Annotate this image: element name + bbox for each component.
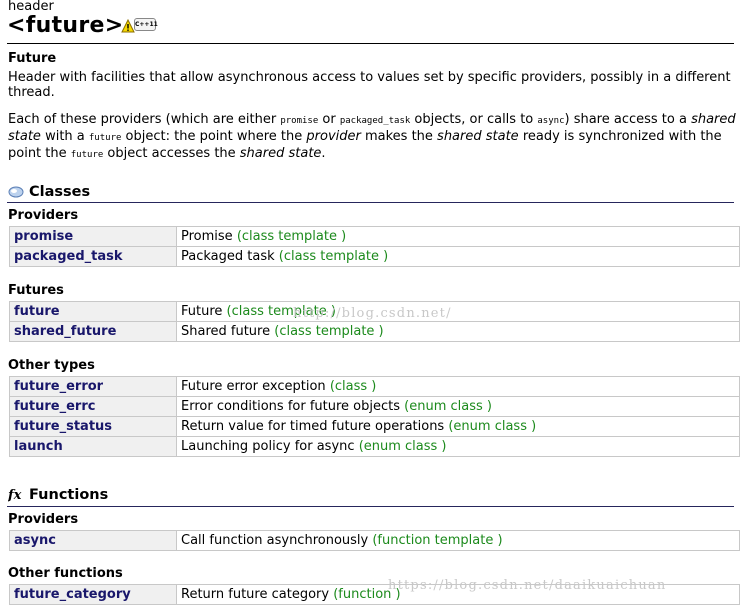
kind: (class ): [329, 379, 377, 394]
classes-icon: [8, 186, 24, 198]
section-functions-divider: [7, 506, 734, 507]
watermark: https://blog.csdn.net/daaikuaichuan: [388, 578, 667, 593]
table-row: promise Promise (class template ): [9, 226, 740, 247]
link-future-category[interactable]: future_category: [14, 587, 131, 602]
link-future-status[interactable]: future_status: [14, 419, 112, 434]
fx-icon: fx: [8, 488, 22, 502]
desc: Call function asynchronously: [181, 533, 369, 548]
desc: Promise: [181, 229, 233, 244]
desc: Future: [181, 304, 223, 319]
code-async: async: [537, 116, 565, 126]
table-row: future_status Return value for timed fut…: [9, 416, 740, 437]
cpp11-badge: C++11: [134, 18, 158, 31]
intro-paragraph-1: Header with facilities that allow asynch…: [8, 70, 731, 100]
code-future: future: [88, 133, 122, 143]
table-row: future_error Future error exception (cla…: [9, 376, 740, 397]
section-classes-divider: [7, 202, 734, 203]
code-future: future: [70, 150, 104, 160]
link-future[interactable]: future: [14, 304, 60, 319]
page-kind-label: header: [8, 0, 54, 14]
title-divider: [7, 43, 734, 44]
link-async[interactable]: async: [14, 533, 56, 548]
providers-table: promise Promise (class template ) packag…: [9, 226, 740, 267]
desc: Future error exception: [181, 379, 326, 394]
svg-text:fx: fx: [8, 488, 22, 502]
desc: Launching policy for async: [181, 439, 355, 454]
table-row: async Call function asynchronously (func…: [9, 530, 740, 551]
code-packaged-task: packaged_task: [339, 116, 411, 126]
page-title: <future>: [7, 13, 124, 38]
kind: (enum class ): [404, 399, 492, 414]
fn-providers-table: async Call function asynchronously (func…: [9, 530, 740, 551]
intro-paragraph-2: Each of these providers (which are eithe…: [8, 112, 736, 161]
table-row: shared_future Shared future (class templ…: [9, 321, 740, 342]
section-functions-title: fx Functions: [8, 487, 109, 503]
kind: (class template ): [236, 229, 347, 244]
table-row: future_errc Error conditions for future …: [9, 396, 740, 417]
desc: Return value for timed future operations: [181, 419, 445, 434]
section-classes-title: Classes: [8, 184, 90, 200]
watermark: http://blog.csdn.net/: [293, 306, 452, 321]
other-types-table: future_error Future error exception (cla…: [9, 376, 740, 457]
link-launch[interactable]: launch: [14, 439, 63, 454]
link-future-error[interactable]: future_error: [14, 379, 103, 394]
group-providers-label: Providers: [8, 208, 79, 223]
intro-heading: Future: [8, 51, 57, 66]
desc: Packaged task: [181, 249, 275, 264]
desc: Error conditions for future objects: [181, 399, 401, 414]
link-future-errc[interactable]: future_errc: [14, 399, 95, 414]
kind: (function template ): [372, 533, 503, 548]
desc: Shared future: [181, 324, 271, 339]
kind: (class template ): [278, 249, 389, 264]
kind: (class template ): [274, 324, 384, 339]
group-other-types-label: Other types: [8, 358, 95, 373]
code-promise: promise: [280, 116, 319, 126]
link-packaged-task[interactable]: packaged_task: [14, 249, 123, 264]
desc: Return future category: [181, 587, 330, 602]
link-promise[interactable]: promise: [14, 229, 73, 244]
group-other-functions-label: Other functions: [8, 566, 123, 581]
table-row: packaged_task Packaged task (class templ…: [9, 246, 740, 267]
warning-icon: [121, 19, 135, 33]
kind: (enum class ): [448, 419, 537, 434]
group-fn-providers-label: Providers: [8, 512, 79, 527]
group-futures-label: Futures: [8, 283, 64, 298]
kind: (enum class ): [358, 439, 447, 454]
table-row: launch Launching policy for async (enum …: [9, 436, 740, 457]
link-shared-future[interactable]: shared_future: [14, 324, 116, 339]
